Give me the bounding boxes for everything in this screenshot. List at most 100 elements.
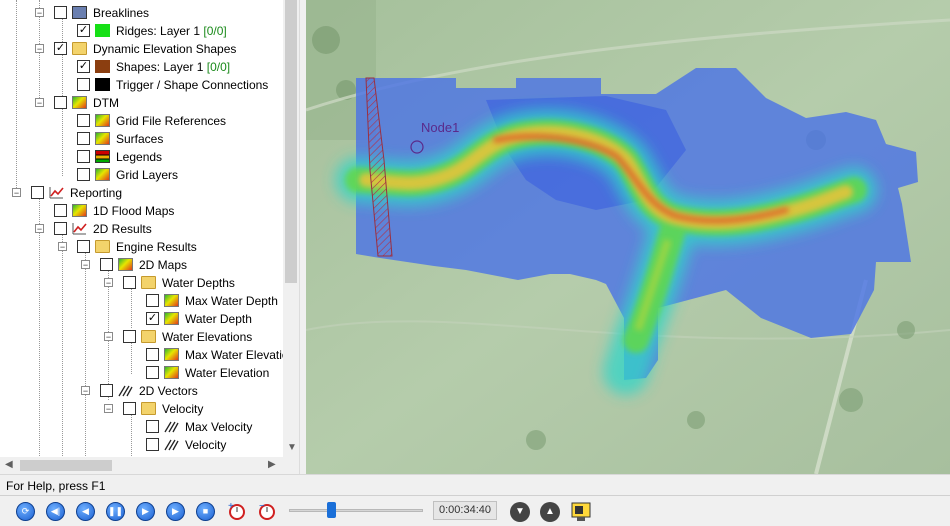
tree-item-label: Breaklines: [93, 6, 150, 20]
scroll-right-icon[interactable]: ▶: [268, 459, 276, 470]
pause-icon[interactable]: ❚❚: [106, 502, 125, 521]
status-help-text: For Help, press F1: [6, 479, 106, 493]
tree-item-engine-results[interactable]: − Engine Results: [0, 238, 283, 256]
tree-item-water-depths[interactable]: − Water Depths: [0, 274, 283, 292]
swatch-icon: [95, 24, 110, 37]
tree-item-label: Water Depth: [185, 312, 252, 326]
collapse-icon[interactable]: −: [104, 404, 113, 414]
tree-item-breaklines[interactable]: − Breaklines: [0, 4, 283, 22]
checkbox[interactable]: [77, 114, 90, 127]
tree-item-max-water-elevation[interactable]: Max Water Elevation: [0, 346, 295, 364]
collapse-icon[interactable]: −: [35, 224, 44, 234]
checkbox[interactable]: [77, 150, 90, 163]
checkbox[interactable]: [146, 438, 159, 451]
scrollbar-thumb[interactable]: [285, 0, 297, 283]
tree-item-max-velocity[interactable]: Max Velocity: [0, 418, 283, 436]
tree-item-water-depth[interactable]: ✓ Water Depth: [0, 310, 283, 328]
map-view[interactable]: Node1: [306, 0, 950, 474]
tree-item-dtm[interactable]: − DTM: [0, 94, 283, 112]
refresh-icon[interactable]: ⟳: [16, 502, 35, 521]
tree-item-water-elevation[interactable]: Water Elevation: [0, 364, 283, 382]
checkbox[interactable]: [77, 78, 90, 91]
checkbox[interactable]: [77, 168, 90, 181]
tree-item-grid-file-references[interactable]: Grid File References: [0, 112, 283, 130]
folder-icon: [72, 42, 87, 55]
gradient-icon: [164, 294, 179, 307]
time-slider[interactable]: [289, 501, 423, 521]
checkbox[interactable]: [146, 294, 159, 307]
stop-icon[interactable]: ■: [196, 502, 215, 521]
checkbox-checked[interactable]: ✓: [54, 42, 67, 55]
checkbox[interactable]: [54, 222, 67, 235]
checkbox[interactable]: [100, 384, 113, 397]
vertical-scrollbar[interactable]: ▼: [283, 0, 299, 457]
checkbox[interactable]: [54, 6, 67, 19]
tree-item-shapes-layer[interactable]: ✓ Shapes: Layer 1 [0/0]: [0, 58, 283, 76]
tree-item-ridges-layer[interactable]: ✓ Ridges: Layer 1 [0/0]: [0, 22, 283, 40]
record-video-icon[interactable]: [570, 500, 592, 525]
horizontal-scrollbar[interactable]: ◀ ▶: [0, 457, 283, 474]
checkbox[interactable]: [123, 276, 136, 289]
collapse-icon[interactable]: −: [81, 260, 90, 270]
collapse-icon[interactable]: −: [81, 386, 90, 396]
checkbox[interactable]: [77, 240, 90, 253]
scroll-down-icon[interactable]: ▼: [287, 442, 297, 453]
checkbox[interactable]: [77, 132, 90, 145]
tree-item-legends[interactable]: Legends: [0, 148, 283, 166]
step-back-icon[interactable]: ◀: [76, 502, 95, 521]
checkbox[interactable]: [31, 186, 44, 199]
breaklines-icon: [72, 6, 87, 19]
tree-item-label: Water Elevation: [185, 366, 270, 380]
tree-item-1d-flood-maps[interactable]: 1D Flood Maps: [0, 202, 283, 220]
arrow-up-icon[interactable]: ▲: [540, 502, 560, 522]
step-forward-icon[interactable]: ▶: [136, 502, 155, 521]
checkbox[interactable]: [146, 366, 159, 379]
tree-item-velocity-folder[interactable]: − Velocity: [0, 400, 283, 418]
tree-item-water-elevations[interactable]: − Water Elevations: [0, 328, 283, 346]
scrollbar-thumb[interactable]: [20, 460, 112, 471]
collapse-icon[interactable]: −: [104, 278, 113, 288]
tree-item-label: Max Water Depth: [185, 294, 278, 308]
checkbox-checked[interactable]: ✓: [77, 60, 90, 73]
collapse-icon[interactable]: −: [35, 98, 44, 108]
tree-item-dynamic-elevation-shapes[interactable]: − ✓ Dynamic Elevation Shapes: [0, 40, 283, 58]
legend-icon: [95, 150, 110, 163]
checkbox[interactable]: [54, 96, 67, 109]
speed-up-icon[interactable]: +: [226, 500, 248, 525]
arrow-down-icon[interactable]: ▼: [510, 502, 530, 522]
checkbox[interactable]: [146, 420, 159, 433]
checkbox[interactable]: [123, 330, 136, 343]
tree-item-2d-results[interactable]: − 2D Results: [0, 220, 283, 238]
tree-item-grid-layers[interactable]: Grid Layers: [0, 166, 283, 184]
tree-item-surfaces[interactable]: Surfaces: [0, 130, 283, 148]
checkbox[interactable]: [146, 348, 159, 361]
tree-item-label: Dynamic Elevation Shapes: [93, 42, 237, 56]
checkbox-checked[interactable]: ✓: [77, 24, 90, 37]
tree-item-max-water-depth[interactable]: Max Water Depth: [0, 292, 283, 310]
collapse-icon[interactable]: −: [35, 44, 44, 54]
collapse-icon[interactable]: −: [12, 188, 21, 198]
folder-icon: [95, 240, 110, 253]
collapse-icon[interactable]: −: [58, 242, 67, 252]
slider-thumb[interactable]: [327, 502, 336, 518]
play-icon[interactable]: ▶: [166, 502, 185, 521]
first-frame-icon[interactable]: ◀|: [46, 502, 65, 521]
tree-item-label: Grid File References: [116, 114, 227, 128]
collapse-icon[interactable]: −: [35, 8, 44, 18]
chart-line-icon: [72, 222, 87, 235]
tree-item-reporting[interactable]: − Reporting: [0, 184, 283, 202]
tree-item-trigger-connections[interactable]: Trigger / Shape Connections: [0, 76, 283, 94]
collapse-icon[interactable]: −: [104, 332, 113, 342]
slow-down-icon[interactable]: −: [256, 500, 278, 525]
layer-count: [0/0]: [203, 24, 227, 38]
scroll-left-icon[interactable]: ◀: [5, 459, 13, 470]
checkbox[interactable]: [100, 258, 113, 271]
tree-item-2d-maps[interactable]: − 2D Maps: [0, 256, 283, 274]
checkbox[interactable]: [54, 204, 67, 217]
folder-icon: [141, 330, 156, 343]
checkbox-checked[interactable]: ✓: [146, 312, 159, 325]
tree-item-2d-vectors[interactable]: − 2D Vectors: [0, 382, 283, 400]
tree-item-velocity[interactable]: Velocity: [0, 436, 283, 454]
tree-item-label: Max Velocity: [185, 420, 253, 434]
checkbox[interactable]: [123, 402, 136, 415]
